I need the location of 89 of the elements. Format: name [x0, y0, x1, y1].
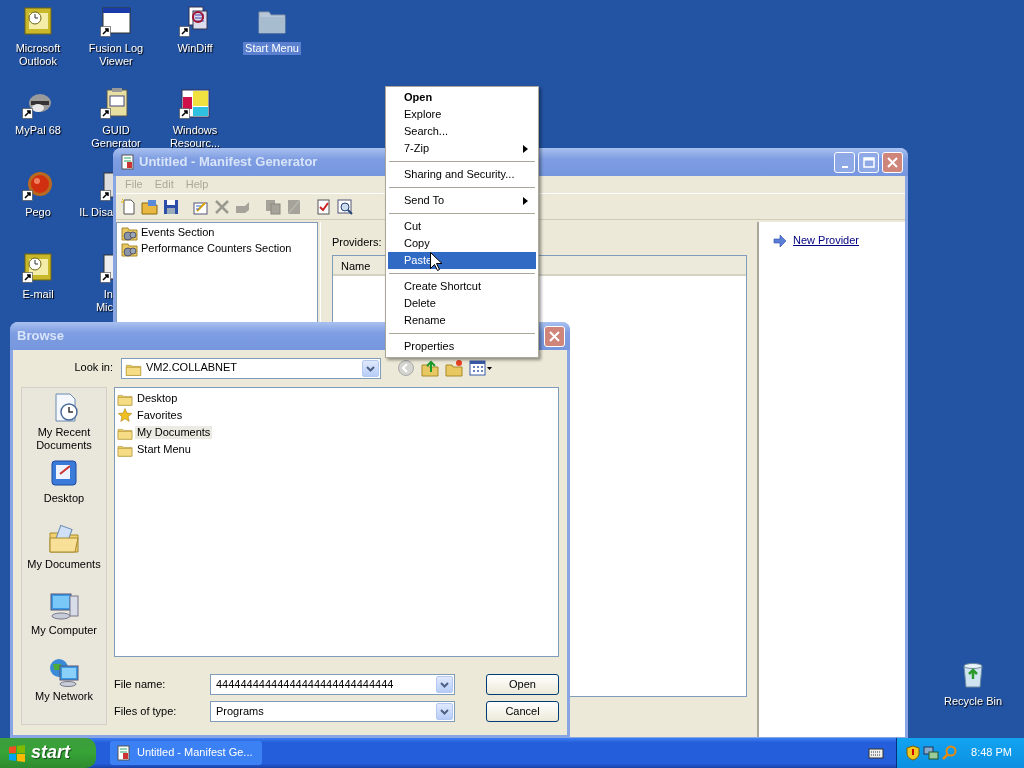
icon-label: Start Menu	[243, 42, 301, 55]
menu-item[interactable]: Explore	[388, 106, 536, 123]
clock: 8:48 PM	[971, 746, 1012, 760]
documents-icon[interactable]	[179, 5, 211, 37]
menu-item[interactable]: Cut	[388, 218, 536, 235]
computer-icon	[48, 590, 80, 622]
windows-logo-icon	[8, 744, 26, 762]
icon-label: IL Disa	[79, 206, 113, 219]
minimize-icon	[841, 165, 848, 168]
folder-list-item[interactable]: Desktop	[135, 391, 180, 406]
icon-label: WinDiff	[176, 42, 214, 55]
menu-item[interactable]: 7-Zip	[388, 140, 536, 157]
network-icon[interactable]	[923, 745, 939, 761]
menu-item[interactable]: Create Shortcut	[388, 278, 536, 295]
folder-list-item[interactable]: Favorites	[135, 408, 185, 423]
window-title: Browse	[17, 328, 65, 344]
checklist-icon[interactable]	[315, 197, 333, 216]
icon-label: Recycle Bin	[942, 695, 1004, 708]
icon-label: Fusion Log Viewer	[87, 42, 145, 68]
close-button[interactable]	[544, 325, 565, 347]
task-link[interactable]: New Provider	[793, 234, 860, 248]
place-button[interactable]: My Network	[22, 656, 106, 722]
file-type-dropdown[interactable]: Programs	[214, 704, 431, 719]
arrow-icon	[773, 234, 787, 248]
preview-icon[interactable]	[336, 197, 354, 216]
dropdown-button[interactable]	[436, 676, 453, 693]
icon-label: Pego	[24, 206, 52, 219]
shield-icon[interactable]	[905, 745, 921, 761]
icon-label: Microsoft Outlook	[14, 42, 62, 68]
place-button[interactable]: My Recent Documents	[22, 392, 106, 458]
document-folder-icon	[48, 524, 80, 556]
menu-item[interactable]: Delete	[388, 295, 536, 312]
up-folder-icon[interactable]	[421, 359, 439, 377]
window-icon[interactable]	[100, 5, 132, 37]
close-icon	[886, 155, 899, 169]
menu-item[interactable]: Search...	[388, 123, 536, 140]
network-computer-icon	[48, 656, 80, 688]
ball-icon[interactable]	[22, 169, 54, 201]
menu-item[interactable]: Properties	[388, 338, 536, 355]
close-icon	[548, 329, 561, 343]
folder-gear-icon	[121, 241, 138, 257]
window-title: Untitled - Manifest Generator	[139, 154, 319, 170]
icon-label: In Mic	[95, 288, 113, 314]
menu-item[interactable]: Copy	[388, 235, 536, 252]
app-icon	[120, 154, 136, 170]
maximize-icon	[862, 155, 875, 169]
new-document-icon[interactable]	[120, 197, 138, 216]
keyboard-icon[interactable]	[868, 747, 884, 759]
menu-item[interactable]: Sharing and Security...	[388, 166, 536, 183]
new-folder-icon[interactable]	[445, 359, 463, 377]
dropdown-button[interactable]	[362, 359, 379, 377]
tree-item[interactable]: Performance Counters Section	[141, 242, 292, 256]
field-label: Files of type:	[114, 704, 178, 719]
folder-list-item[interactable]: Start Menu	[135, 442, 193, 457]
icon-label: E-mail	[21, 288, 55, 301]
file-name-combo[interactable]: 44444444444444444444444444444	[210, 674, 455, 695]
folder-gear-icon	[121, 225, 138, 241]
app-icon	[116, 745, 132, 761]
save-icon[interactable]	[162, 197, 180, 216]
menu-item[interactable]: Rename	[388, 312, 536, 329]
dropdown-button[interactable]	[436, 703, 453, 720]
file-name-field[interactable]: 44444444444444444444444444444	[214, 677, 431, 692]
close-button[interactable]	[882, 151, 903, 173]
pointer-cursor-icon	[430, 252, 442, 271]
taskbar-button[interactable]: Untitled - Manifest Ge...	[110, 741, 262, 765]
views-icon[interactable]	[469, 359, 493, 377]
tree-item[interactable]: Events Section	[141, 226, 215, 240]
star-icon	[117, 408, 133, 423]
menu-item[interactable]: Send To	[388, 192, 536, 209]
place-button[interactable]: My Computer	[22, 590, 106, 656]
place-button[interactable]: Desktop	[22, 458, 106, 524]
icon-label: MyPal 68	[14, 124, 62, 137]
file-type-combo[interactable]: Programs	[210, 701, 455, 722]
color-blocks-icon[interactable]	[179, 87, 211, 119]
field-label: File name:	[114, 677, 167, 692]
open-button[interactable]: Open	[486, 674, 559, 695]
submenu-arrow-icon	[523, 144, 528, 153]
caret-icon	[439, 706, 450, 717]
icon-label: GUID Generator	[90, 124, 142, 150]
cancel-button[interactable]: Cancel	[486, 701, 559, 722]
submenu-arrow-icon	[523, 196, 528, 205]
caret-icon	[439, 679, 450, 690]
look-in-dropdown[interactable]: VM2.COLLABNET	[121, 357, 381, 379]
folder-list-item[interactable]: My Documents	[135, 425, 213, 440]
field-label: Look in:	[73, 361, 113, 375]
menu-item[interactable]: Open	[388, 89, 536, 106]
icon-label: Windows Resourc...	[168, 124, 222, 150]
place-button[interactable]: My Documents	[22, 524, 106, 590]
field-label: Providers:	[332, 236, 382, 250]
